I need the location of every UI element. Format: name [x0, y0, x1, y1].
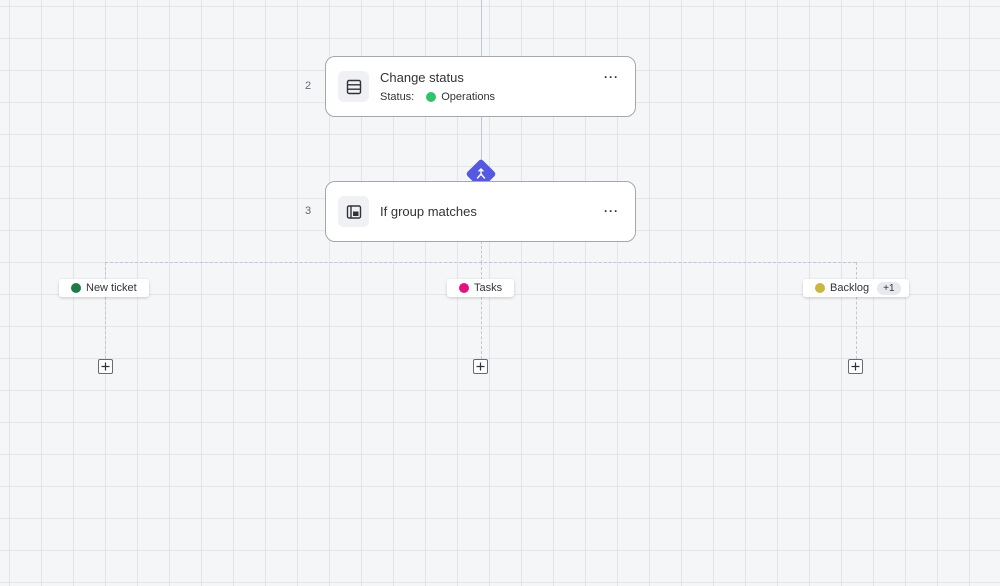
branch-tag-tasks[interactable]: Tasks	[447, 279, 515, 297]
add-step-button[interactable]	[848, 359, 863, 374]
step-card-change-status[interactable]: Change status Status: Operations ···	[325, 56, 636, 117]
group-color-dot	[815, 283, 825, 293]
status-value: Operations	[441, 91, 496, 103]
status-label: Status:	[380, 91, 415, 103]
step-title: If group matches	[380, 204, 477, 219]
step-card-if-group-matches[interactable]: If group matches ···	[325, 181, 636, 242]
group-color-dot	[459, 283, 469, 293]
extra-count-badge[interactable]: +1	[877, 281, 901, 295]
branch-tag-backlog[interactable]: Backlog +1	[803, 279, 909, 297]
more-options-icon[interactable]: ···	[604, 204, 619, 218]
branch-label: Backlog	[830, 282, 870, 294]
step-number: 2	[304, 80, 312, 92]
add-step-button[interactable]	[98, 359, 113, 374]
step-number: 3	[304, 205, 312, 217]
branch-label: New ticket	[86, 282, 137, 294]
connector-top	[481, 0, 482, 56]
connector-step3-branches	[481, 241, 482, 263]
status-row: Status: Operations	[380, 91, 495, 103]
more-options-icon[interactable]: ···	[604, 70, 619, 84]
status-dot	[426, 92, 437, 102]
group-color-dot	[71, 283, 81, 293]
step-title: Change status	[380, 70, 464, 85]
plus-icon	[101, 362, 110, 371]
table-icon	[338, 71, 369, 102]
branch-line-right	[856, 262, 857, 359]
group-icon	[338, 196, 369, 227]
branch-line-middle	[481, 262, 482, 359]
branch-tag-new-ticket[interactable]: New ticket	[59, 279, 149, 297]
plus-icon	[851, 362, 860, 371]
plus-icon	[476, 362, 485, 371]
add-step-button[interactable]	[473, 359, 488, 374]
branch-line-left	[105, 262, 106, 359]
branch-label: Tasks	[474, 282, 503, 294]
